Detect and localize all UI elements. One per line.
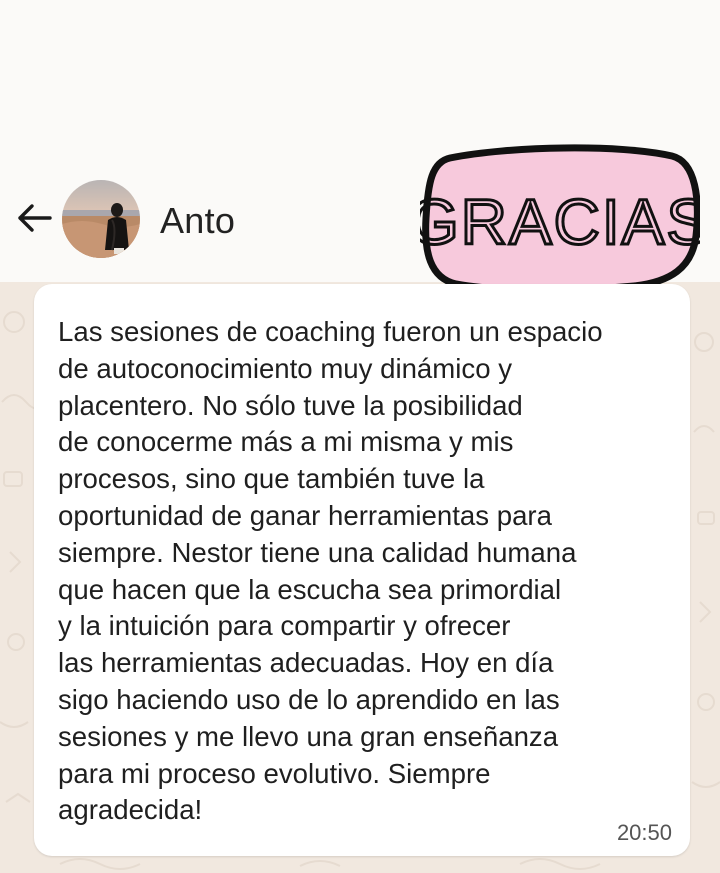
message-line: Las sesiones de coaching fueron un espac… xyxy=(58,316,603,347)
message-line: que hacen que la escucha sea primordial xyxy=(58,573,562,605)
message-line: agradecida! xyxy=(58,794,203,826)
arrow-left-icon[interactable] xyxy=(14,198,54,238)
badge-text: GRACIAS xyxy=(420,186,700,258)
message-line: sesiones y me llevo una gran enseñanza xyxy=(58,720,559,752)
contact-name[interactable]: Anto xyxy=(160,200,235,242)
message-text: Las sesiones de coaching fueron un espac… xyxy=(58,314,678,829)
message-line: y la intuición para compartir y ofrecer xyxy=(58,610,511,642)
message-bubble[interactable]: Las sesiones de coaching fueron un espac… xyxy=(34,284,690,856)
avatar-photo xyxy=(62,180,140,258)
message-line: procesos, sino que también tuve la xyxy=(58,463,485,495)
message-line: placentero. No sólo tuve la posibilidad xyxy=(58,389,523,421)
message-line: de conocerme más a mi misma y mis xyxy=(58,426,514,458)
message-line: las herramientas adecuadas. Hoy en día xyxy=(58,647,554,679)
message-line: para mi proceso evolutivo. Siempre xyxy=(58,757,491,789)
message-line: sigo haciendo uso de lo aprendido en las xyxy=(58,683,560,715)
gracias-sticker: GRACIAS xyxy=(420,144,700,294)
message-line: siempre. Nestor tiene una calidad humana xyxy=(58,536,577,568)
message-line: oportunidad de ganar herramientas para xyxy=(58,499,552,531)
message-timestamp: 20:50 xyxy=(616,820,672,845)
message-line: de autoconocimiento muy dinámico y xyxy=(58,352,513,384)
avatar[interactable] xyxy=(62,180,140,258)
